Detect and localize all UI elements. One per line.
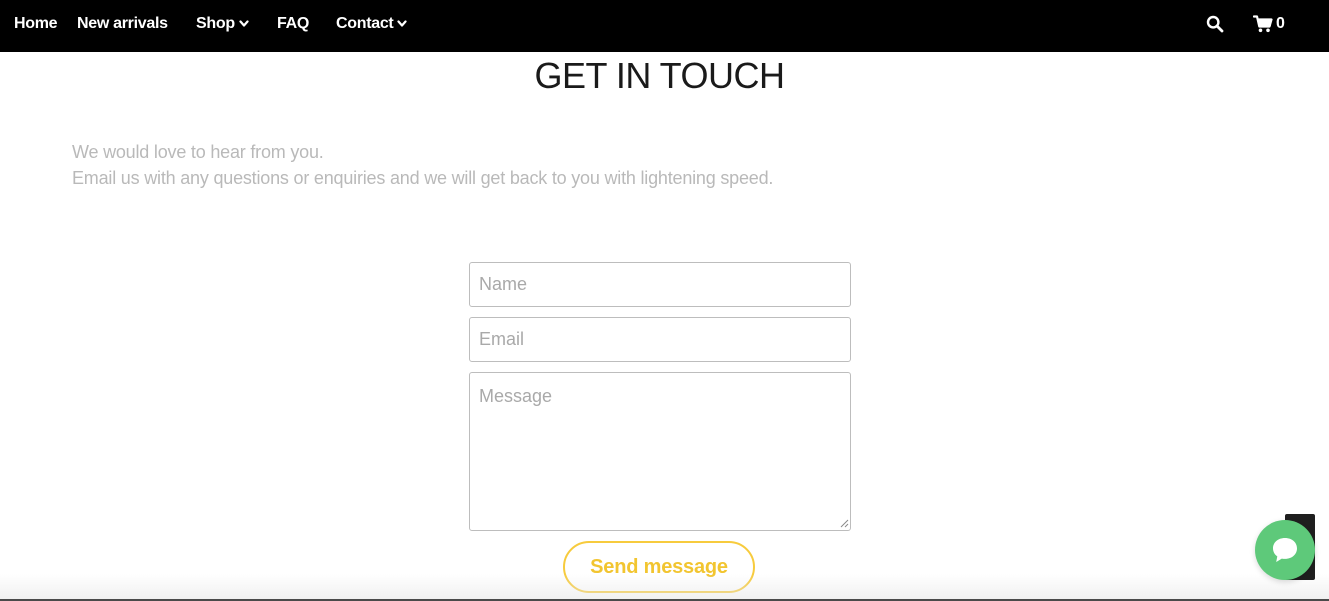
intro-text: We would love to hear from you. Email us…	[72, 139, 972, 191]
top-navbar: Home New arrivals Shop FAQ Contact 0	[0, 0, 1329, 52]
chat-widget-button[interactable]	[1255, 520, 1315, 580]
nav-faq-link[interactable]: FAQ	[277, 13, 309, 35]
chevron-down-icon	[239, 20, 249, 27]
send-message-button[interactable]: Send message	[563, 541, 755, 593]
chevron-down-icon	[397, 20, 408, 27]
search-icon[interactable]	[1206, 15, 1224, 33]
nav-faq-label: FAQ	[277, 15, 309, 32]
nav-contact-label: Contact	[336, 15, 394, 32]
nav-shop-label: Shop	[196, 15, 235, 32]
nav-new-arrivals-label: New arrivals	[77, 15, 168, 32]
contact-page: Home New arrivals Shop FAQ Contact 0 GET…	[0, 0, 1329, 601]
nav-shop-dropdown[interactable]: Shop	[196, 13, 249, 35]
message-textarea[interactable]	[469, 372, 851, 531]
cart-icon	[1253, 15, 1273, 33]
nav-home-label: Home	[14, 15, 58, 32]
resize-handle-icon[interactable]	[840, 519, 849, 528]
nav-contact-dropdown[interactable]: Contact	[336, 13, 408, 35]
intro-line-2: Email us with any questions or enquiries…	[72, 168, 774, 188]
name-input[interactable]	[469, 262, 851, 307]
intro-line-1: We would love to hear from you.	[72, 142, 324, 162]
cart-count-badge: 0	[1276, 15, 1285, 32]
page-title: GET IN TOUCH	[534, 55, 785, 96]
chat-bubble-icon	[1273, 538, 1297, 562]
email-input[interactable]	[469, 317, 851, 362]
nav-new-arrivals-link[interactable]: New arrivals	[77, 13, 168, 35]
nav-home-link[interactable]: Home	[14, 13, 58, 35]
